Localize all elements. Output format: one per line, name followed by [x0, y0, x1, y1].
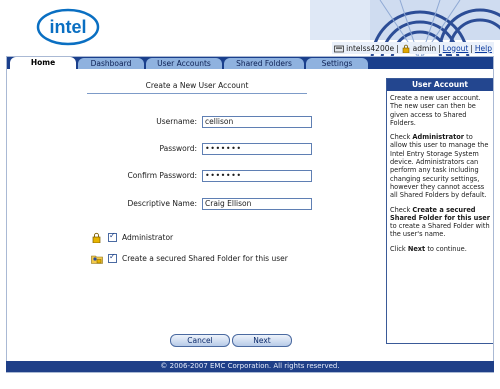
- header: intel intelss4200e | admin | Logout | He…: [0, 0, 500, 56]
- main-content: Create a New User Account Username: cell…: [6, 69, 383, 362]
- user-lock-icon: [92, 232, 101, 243]
- footer: © 2006-2007 EMC Corporation. All rights …: [6, 361, 494, 372]
- device-name: intelss4200e: [346, 43, 395, 53]
- separator: |: [396, 43, 399, 53]
- administrator-option: Administrator: [91, 231, 174, 243]
- administrator-checkbox[interactable]: [108, 231, 117, 242]
- form-title: Create a New User Account: [145, 81, 249, 90]
- shared-folder-option: Create a secured Shared Folder for this …: [91, 252, 288, 264]
- username-input[interactable]: cellison: [202, 116, 312, 128]
- device-icon: [334, 45, 345, 52]
- next-button[interactable]: Next: [232, 334, 292, 347]
- user-bar: intelss4200e | admin | Logout | Help: [332, 42, 494, 54]
- lock-icon: [402, 44, 409, 53]
- help-paragraph: Create a new user account. The new user …: [390, 94, 481, 127]
- help-link[interactable]: Help: [475, 44, 492, 53]
- shared-folder-label: Create a secured Shared Folder for this …: [122, 254, 288, 263]
- password-label: Password:: [159, 144, 197, 153]
- separator: |: [470, 43, 473, 53]
- administrator-label: Administrator: [122, 233, 174, 242]
- logout-link[interactable]: Logout: [443, 44, 469, 53]
- help-paragraph: Check Administrator to allow this user t…: [390, 133, 489, 200]
- intel-logo: intel: [36, 8, 100, 46]
- tab-shared-folders[interactable]: Shared Folders: [224, 58, 304, 69]
- help-panel-title: User Account: [387, 79, 493, 91]
- tab-dashboard[interactable]: Dashboard: [78, 58, 144, 69]
- confirm-password-input[interactable]: •••••••: [202, 170, 312, 182]
- descriptive-name-input[interactable]: Craig Ellison: [202, 198, 312, 210]
- confirm-password-label: Confirm Password:: [127, 171, 197, 180]
- separator: |: [438, 43, 441, 53]
- app-window: intel intelss4200e | admin | Logout | He…: [0, 0, 500, 389]
- folder-user-icon: [91, 255, 103, 264]
- logo-text: intel: [49, 17, 86, 37]
- help-paragraph: Check Create a secured Shared Folder for…: [390, 205, 491, 239]
- title-divider: [87, 93, 307, 94]
- help-panel: User Account Create a new user account. …: [386, 78, 494, 344]
- tab-user-accounts[interactable]: User Accounts: [146, 58, 222, 69]
- tab-settings[interactable]: Settings: [306, 58, 368, 69]
- descriptive-name-label: Descriptive Name:: [127, 199, 197, 208]
- username-label: Username:: [156, 117, 197, 126]
- cancel-button[interactable]: Cancel: [170, 334, 230, 347]
- username: admin: [412, 43, 437, 53]
- help-panel-body: Create a new user account. The new user …: [387, 91, 493, 262]
- shared-folder-checkbox[interactable]: [108, 252, 117, 263]
- help-paragraph: Click Next to continue.: [390, 244, 467, 253]
- password-input[interactable]: •••••••: [202, 143, 312, 155]
